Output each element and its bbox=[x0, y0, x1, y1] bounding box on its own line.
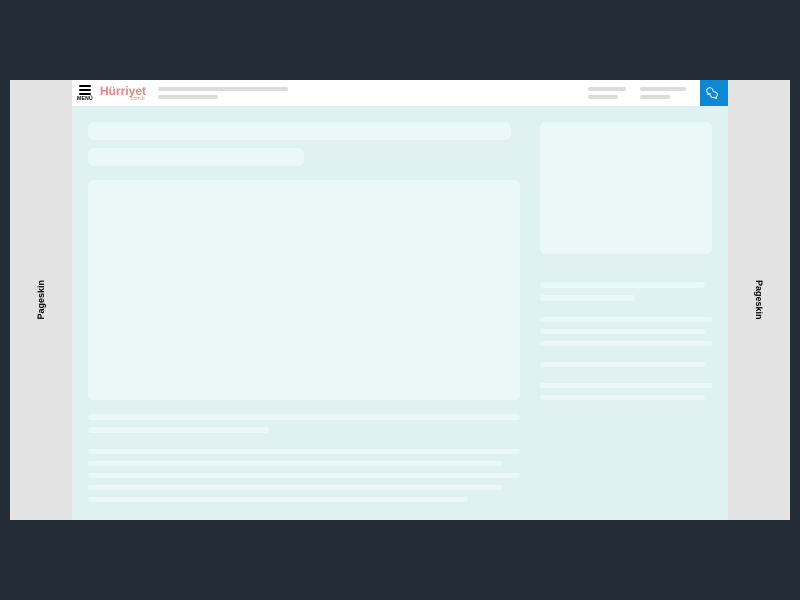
menu-button[interactable]: MENÜ bbox=[76, 85, 94, 102]
pageskin-left-label: Pageskin bbox=[36, 280, 46, 320]
pageskin-right[interactable]: Pageskin bbox=[728, 80, 790, 520]
topbar-link-skeleton bbox=[588, 87, 626, 99]
top-bar: MENÜ Hürriyet .com.tr bbox=[72, 80, 728, 106]
pageskin-left[interactable]: Pageskin bbox=[10, 80, 72, 520]
hero-image-skeleton bbox=[88, 180, 520, 400]
sidebar-column bbox=[540, 122, 712, 520]
headline-skeleton bbox=[88, 122, 511, 140]
main-column bbox=[88, 122, 520, 520]
sidebar-list-skeleton bbox=[540, 317, 712, 346]
topbar-right bbox=[588, 80, 728, 106]
sidebar-list-skeleton bbox=[540, 383, 712, 400]
logo[interactable]: Hürriyet .com.tr bbox=[100, 85, 146, 102]
page-viewport: Pageskin MENÜ Hürriyet .com.tr bbox=[10, 80, 790, 520]
chat-icon bbox=[706, 86, 722, 100]
meta-skeleton bbox=[88, 414, 520, 433]
sidebar-list-skeleton bbox=[540, 362, 712, 367]
center-column: MENÜ Hürriyet .com.tr bbox=[72, 80, 728, 520]
logo-text: Hürriyet bbox=[100, 85, 146, 97]
sidebar-heading-skeleton bbox=[540, 282, 712, 301]
subheadline-skeleton bbox=[88, 148, 304, 166]
paragraph-skeleton bbox=[88, 449, 520, 502]
pageskin-right-label: Pageskin bbox=[754, 280, 764, 320]
topbar-link-skeleton bbox=[640, 87, 686, 99]
menu-label: MENÜ bbox=[77, 96, 93, 102]
chat-button[interactable] bbox=[700, 80, 728, 106]
nav-skeleton bbox=[158, 87, 288, 99]
hamburger-icon bbox=[79, 85, 91, 95]
content-area bbox=[72, 106, 728, 520]
sidebar-widget-skeleton bbox=[540, 122, 712, 254]
